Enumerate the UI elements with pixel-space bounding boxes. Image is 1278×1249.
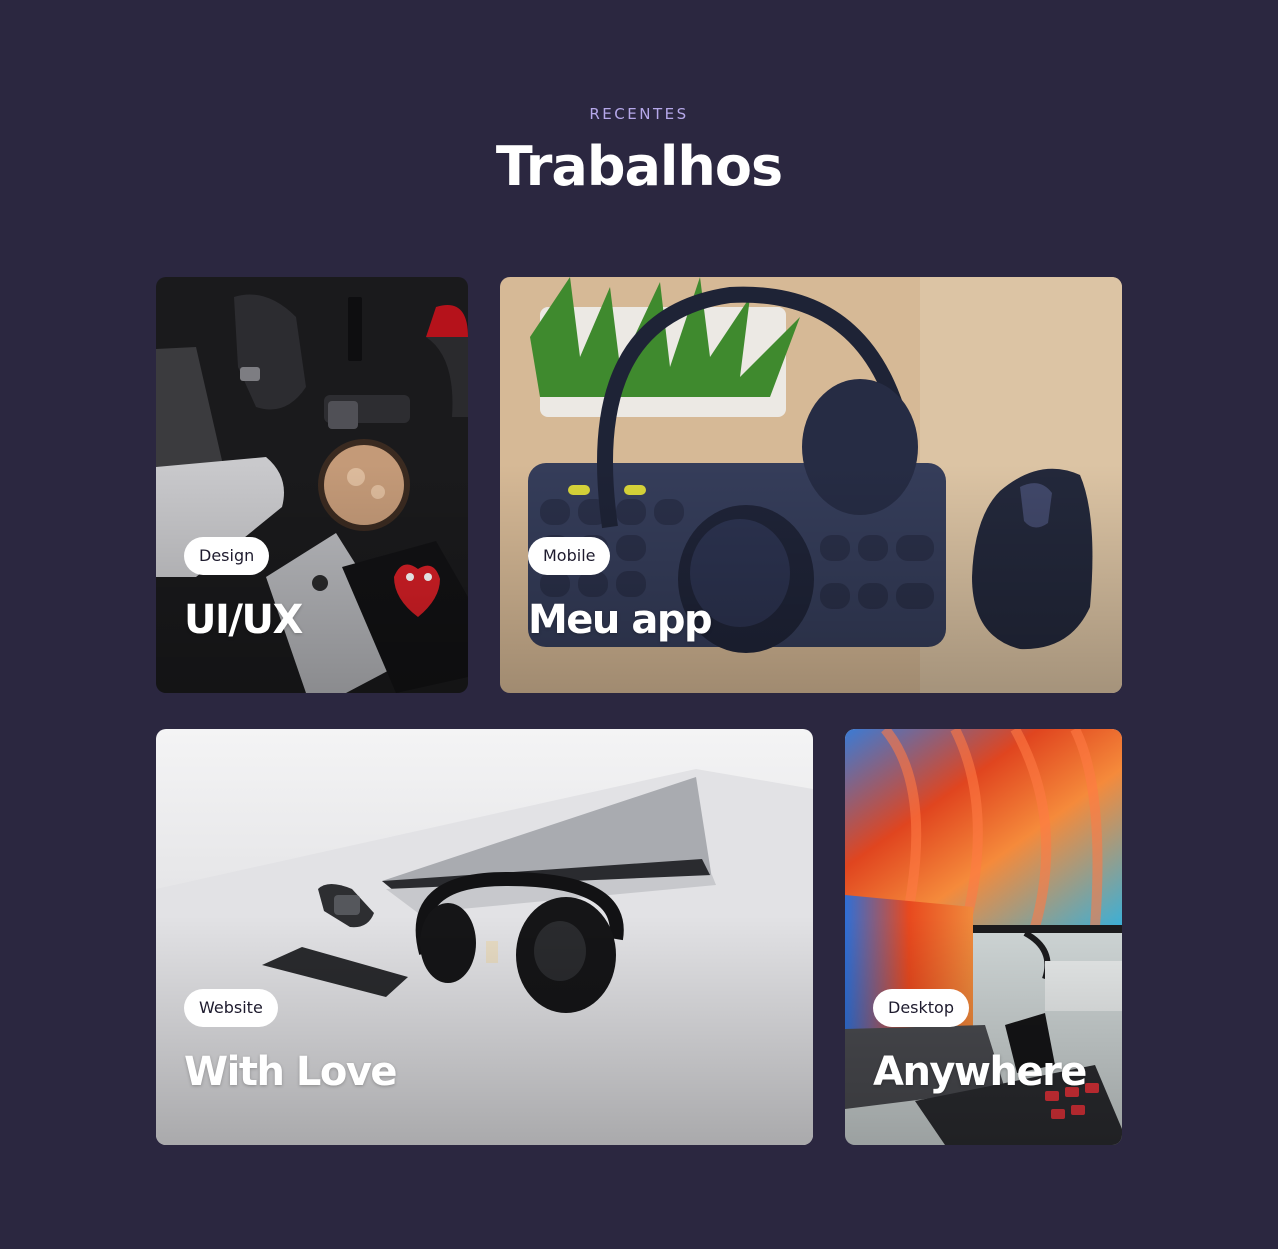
project-title: Meu app: [528, 597, 713, 643]
project-title: With Love: [184, 1049, 398, 1095]
project-card-anywhere[interactable]: Desktop Anywhere: [845, 729, 1122, 1145]
project-title: Anywhere: [873, 1049, 1087, 1095]
image-shade: [500, 464, 1122, 693]
project-card-uiux[interactable]: Design UI/UX: [156, 277, 468, 693]
category-tag: Desktop: [873, 989, 969, 1027]
image-shade: [156, 464, 468, 693]
category-tag: Design: [184, 537, 270, 575]
category-tag: Website: [184, 989, 278, 1027]
section-header: RECENTES Trabalhos: [0, 104, 1278, 200]
project-card-meu-app[interactable]: Mobile Meu app: [500, 277, 1122, 693]
category-tag: Mobile: [528, 537, 611, 575]
image-shade: [156, 916, 813, 1145]
image-shade: [845, 916, 1122, 1145]
project-card-with-love[interactable]: Website With Love: [156, 729, 813, 1145]
project-title: UI/UX: [184, 597, 303, 643]
section-eyebrow: RECENTES: [589, 105, 689, 123]
section-title: Trabalhos: [495, 135, 783, 198]
